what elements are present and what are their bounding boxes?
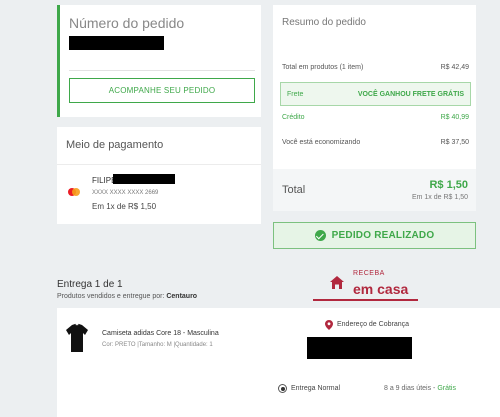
payment-installments: Em 1x de R$ 1,50 (92, 202, 157, 211)
total-label: Total (282, 184, 306, 196)
shipping-method-label: Entrega Normal (291, 385, 341, 392)
delivery-title: Entrega 1 de 1 (57, 279, 123, 290)
redacted-order-number (69, 36, 164, 50)
card-number: XXXX XXXX XXXX 2669 (92, 190, 159, 196)
shipping-days: 8 a 9 dias úteis - Grátis (384, 385, 456, 392)
redacted-address (307, 337, 412, 359)
divider (57, 164, 261, 165)
product-name[interactable]: Camiseta adidas Core 18 - Masculina (102, 330, 219, 337)
location-pin-icon (325, 320, 333, 330)
freight-value: VOCÊ GANHOU FRETE GRÁTIS (357, 91, 464, 98)
shipping-days-text: 8 a 9 dias úteis - (384, 385, 438, 392)
mastercard-icon (68, 188, 80, 196)
track-order-button[interactable]: ACOMPANHE SEU PEDIDO (69, 78, 255, 103)
shipping-option-radio[interactable] (278, 384, 287, 393)
em-casa-label: em casa (353, 281, 409, 297)
shipping-price: Grátis (437, 385, 456, 392)
products-total-row: Total em produtos (1 item) R$ 42,49 (282, 64, 469, 71)
sold-by-store: Centauro (166, 293, 198, 300)
sold-by-text: Produtos vendidos e entregue por: Centau… (57, 293, 197, 300)
em-casa-underline (313, 299, 418, 301)
order-summary-card: Resumo do pedido Total em produtos (1 it… (273, 5, 476, 211)
products-total-value: R$ 42,49 (440, 64, 469, 71)
payment-method-card: Meio de pagamento FILIPE XXXX XXXX XXXX … (57, 127, 261, 224)
delivery-card: Camiseta adidas Core 18 - Masculina Cor:… (57, 308, 500, 417)
total-box: Total R$ 1,50 Em 1x de R$ 1,50 (273, 169, 476, 211)
total-value: R$ 1,50 (429, 179, 468, 191)
order-number-title: Número do pedido (69, 15, 185, 31)
order-placed-banner: PEDIDO REALIZADO (273, 222, 476, 249)
order-summary-title: Resumo do pedido (282, 17, 366, 28)
credit-value: R$ 40,99 (440, 114, 469, 121)
sold-by-prefix: Produtos vendidos e entregue por: (57, 293, 167, 300)
freight-row: Frete VOCÊ GANHOU FRETE GRÁTIS (280, 82, 471, 106)
product-image (66, 323, 88, 352)
credit-label: Crédito (282, 114, 305, 121)
freight-label: Frete (287, 91, 304, 98)
products-total-label: Total em produtos (1 item) (282, 64, 364, 71)
credit-row: Crédito R$ 40,99 (282, 114, 469, 121)
order-placed-text: PEDIDO REALIZADO (331, 230, 435, 241)
order-number-card: Número do pedido ACOMPANHE SEU PEDIDO (57, 5, 261, 117)
saving-value: R$ 37,50 (440, 139, 469, 146)
check-circle-icon (314, 230, 326, 241)
payment-method-title: Meio de pagamento (66, 139, 164, 151)
saving-row: Você está economizando R$ 37,50 (282, 139, 469, 146)
redacted-holder-surname (113, 174, 175, 184)
divider (69, 70, 255, 71)
billing-address-title: Endereço de Cobrança (337, 321, 409, 328)
product-attributes: Cor: PRETO |Tamanho: M |Quantidade: 1 (102, 342, 213, 348)
home-icon (330, 276, 344, 289)
saving-label: Você está economizando (282, 139, 361, 146)
total-installments: Em 1x de R$ 1,50 (411, 194, 468, 201)
receba-label: RECEBA (353, 270, 385, 277)
